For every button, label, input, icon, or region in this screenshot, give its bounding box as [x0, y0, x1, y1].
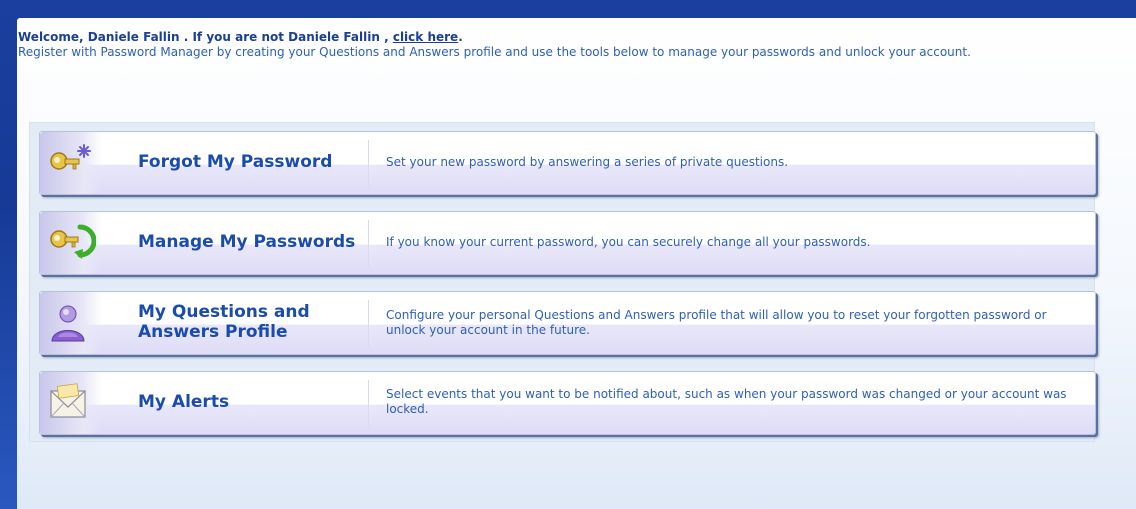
divider: [368, 380, 369, 426]
welcome-greeting-end: .: [458, 30, 463, 44]
welcome-greeting-text: Welcome, Daniele Fallin . If you are not…: [18, 30, 393, 44]
manage-passwords-icon-box: [40, 212, 102, 274]
my-alerts-button[interactable]: My Alerts Select events that you want to…: [39, 371, 1096, 435]
questions-answers-title: My Questions and Answers Profile: [138, 302, 310, 342]
welcome-message: Welcome, Daniele Fallin . If you are not…: [18, 30, 1108, 60]
user-profile-icon: [51, 305, 85, 342]
manage-passwords-button[interactable]: Manage My Passwords If you know your cur…: [39, 211, 1096, 275]
forgot-password-icon-box: [40, 132, 102, 194]
page: { "welcome": { "greeting_prefix": "Welco…: [0, 0, 1136, 509]
questions-answers-description: Configure your personal Questions and An…: [386, 308, 1047, 337]
forgot-password-description: Set your new password by answering a ser…: [386, 155, 789, 169]
welcome-intro: Register with Password Manager by creati…: [18, 45, 971, 59]
divider: [368, 300, 369, 346]
forgot-password-button[interactable]: Forgot My Password Set your new password…: [39, 131, 1096, 195]
questions-answers-profile-button[interactable]: My Questions and Answers Profile Configu…: [39, 291, 1096, 355]
envelope-icon: [50, 383, 86, 418]
questions-answers-icon-box: [40, 292, 102, 354]
tools-container: Forgot My Password Set your new password…: [29, 122, 1096, 442]
welcome-greeting: Welcome, Daniele Fallin . If you are not…: [18, 30, 1108, 45]
divider: [368, 140, 369, 186]
my-alerts-icon-box: [40, 372, 102, 434]
key-sparkle-icon: [50, 144, 91, 170]
click-here-link[interactable]: click here: [393, 30, 458, 44]
manage-passwords-title: Manage My Passwords: [138, 232, 356, 252]
my-alerts-title: My Alerts: [138, 392, 230, 412]
key-arrow-icon: [50, 224, 96, 259]
forgot-password-title: Forgot My Password: [138, 152, 333, 172]
my-alerts-description: Select events that you want to be notifi…: [386, 387, 1067, 416]
manage-passwords-description: If you know your current password, you c…: [386, 235, 871, 249]
divider: [368, 220, 369, 266]
